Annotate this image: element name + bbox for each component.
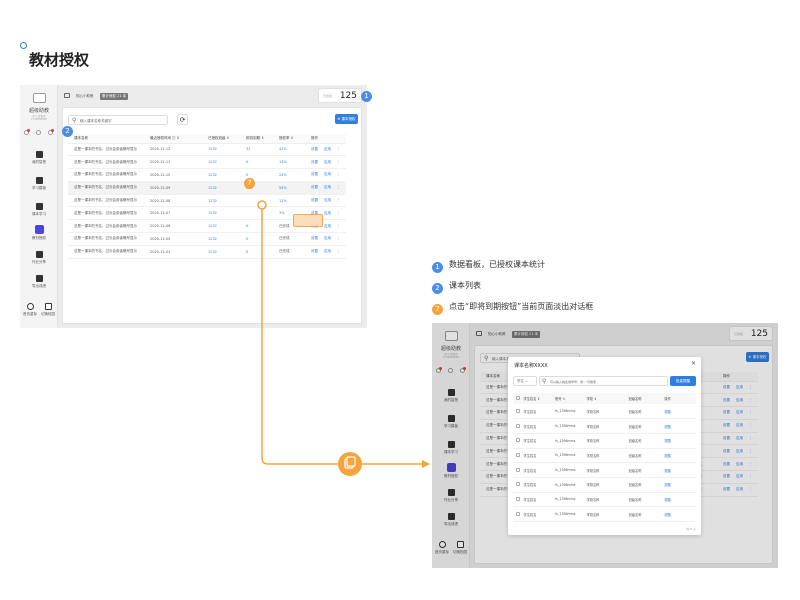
cell-student: 学生姓名 — [523, 506, 556, 522]
cell-school: 学校名称 — [586, 404, 629, 420]
search-type-select[interactable]: 学生 ⌄ — [513, 376, 537, 386]
cell-school: 学校名称 — [586, 433, 629, 449]
batch-remind-button[interactable]: 批量提醒 — [670, 376, 696, 386]
cell-class: 班级名称 — [628, 492, 665, 508]
cell-school: 学校名称 — [586, 506, 629, 522]
cell-account: fs_1396mms — [555, 477, 587, 493]
cell-class: 班级名称 — [628, 448, 665, 464]
table-row: 学生姓名 fs_1396mms 学校名称 班级名称 提醒 — [513, 404, 696, 420]
remind-link[interactable]: 提醒 — [664, 506, 696, 522]
pagination: 共 8 人 — [686, 527, 696, 531]
table-row: 学生姓名 fs_1396mms 学校名称 班级名称 提醒 — [513, 418, 696, 434]
row-checkbox[interactable] — [513, 404, 524, 420]
cell-account: fs_1396mms — [555, 433, 587, 449]
cell-school: 学校名称 — [586, 477, 629, 493]
dialog-title: 课本名称XXXX — [514, 363, 548, 369]
remind-link[interactable]: 提醒 — [664, 418, 696, 434]
cell-school: 学校名称 — [586, 448, 629, 464]
table-row: 学生姓名 fs_1396mms 学校名称 班级名称 提醒 — [513, 492, 696, 508]
cell-student: 学生姓名 — [523, 492, 556, 508]
student-search-input[interactable]: ⚲ 可以输入姓名或学号，用“,”可搜索 — [539, 376, 668, 386]
remind-link[interactable]: 提醒 — [664, 492, 696, 508]
cell-student: 学生姓名 — [523, 433, 556, 449]
cell-account: fs_1396mms — [555, 448, 587, 464]
table-row: 学生姓名 fs_1396mms 学校名称 班级名称 提醒 — [513, 448, 696, 464]
row-checkbox[interactable] — [513, 448, 524, 464]
expiring-dialog: 课本名称XXXX × 学生 ⌄ ⚲ 可以输入姓名或学号，用“,”可搜索 批量提醒… — [508, 357, 701, 535]
cell-school: 学校名称 — [586, 492, 629, 508]
cell-class: 班级名称 — [628, 404, 665, 420]
cell-account: fs_1396mms — [555, 462, 587, 478]
row-checkbox[interactable] — [513, 506, 524, 522]
table-row: 学生姓名 fs_1396mms 学校名称 班级名称 提醒 — [513, 462, 696, 478]
col-school[interactable]: 学校 ⇕ — [586, 393, 629, 404]
cell-class: 班级名称 — [628, 418, 665, 434]
row-checkbox[interactable] — [513, 462, 524, 478]
cell-school: 学校名称 — [586, 462, 629, 478]
close-icon[interactable]: × — [691, 360, 696, 367]
row-checkbox[interactable] — [513, 433, 524, 449]
table-row: 学生姓名 fs_1396mms 学校名称 班级名称 提醒 — [513, 477, 696, 493]
select-all-checkbox[interactable] — [513, 393, 524, 404]
screenshot-modal: 超级助教 超小·德鲁伊 1738888888 我的智慧 学习模板 课本学习 教材… — [432, 323, 778, 568]
cell-class: 班级名称 — [628, 477, 665, 493]
cell-student: 学生姓名 — [523, 448, 556, 464]
cell-student: 学生姓名 — [523, 404, 556, 420]
remind-link[interactable]: 提醒 — [664, 477, 696, 493]
cell-account: fs_1396mms — [555, 492, 587, 508]
legend-item-2: 2 课本列表 — [432, 280, 481, 294]
remind-link[interactable]: 提醒 — [664, 462, 696, 478]
table-row: 学生姓名 fs_1396mms 学校名称 班级名称 提醒 — [513, 506, 696, 522]
cell-class: 班级名称 — [628, 433, 665, 449]
cell-student: 学生姓名 — [523, 462, 556, 478]
cell-student: 学生姓名 — [523, 477, 556, 493]
table-row: 学生姓名 fs_1396mms 学校名称 班级名称 提醒 — [513, 433, 696, 449]
row-checkbox[interactable] — [513, 477, 524, 493]
row-checkbox[interactable] — [513, 492, 524, 508]
search-icon: ⚲ — [542, 378, 547, 385]
cell-school: 学校名称 — [586, 418, 629, 434]
col-op: 操作 — [664, 393, 696, 404]
remind-link[interactable]: 提醒 — [664, 433, 696, 449]
remind-link[interactable]: 提醒 — [664, 448, 696, 464]
col-account[interactable]: 账号 ⇕ — [555, 393, 587, 404]
row-checkbox[interactable] — [513, 418, 524, 434]
cell-account: fs_1396mms — [555, 404, 587, 420]
cell-account: fs_1396mms — [555, 418, 587, 434]
remind-link[interactable]: 提醒 — [664, 404, 696, 420]
student-table: 学生姓名 ⇕ 账号 ⇕ 学校 ⇕ 班级名称 操作 学生姓名 fs_1396mms 学… — [513, 393, 696, 522]
cell-account: fs_1396mms — [555, 506, 587, 522]
cell-class: 班级名称 — [628, 462, 665, 478]
cell-student: 学生姓名 — [523, 418, 556, 434]
legend-item-7: 7 点击“即将到期按钮”当前页面淡出对话框 — [432, 301, 593, 315]
cell-class: 班级名称 — [628, 506, 665, 522]
col-student[interactable]: 学生姓名 ⇕ — [523, 393, 556, 404]
legend-item-1: 1 数据看板，已授权课本统计 — [432, 259, 545, 273]
col-class: 班级名称 — [628, 393, 665, 404]
